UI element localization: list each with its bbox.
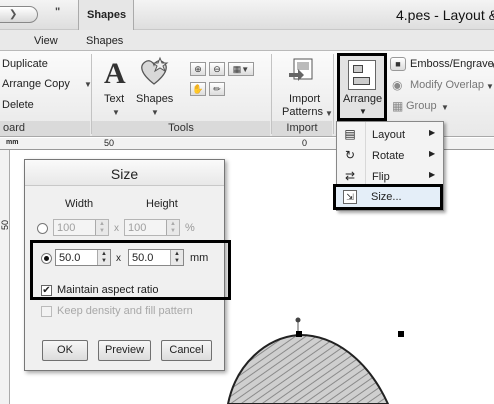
import-label[interactable]: Import (289, 93, 320, 105)
submenu-arrow-icon: ▶ (429, 149, 436, 158)
heart-shape-icon[interactable] (137, 56, 171, 86)
percent-unit-label: % (185, 222, 195, 234)
modify-overlap-button[interactable]: Modify Overlap (410, 79, 484, 91)
vertical-ruler-mark: 50 (0, 219, 11, 231)
resize-icon: ⇲ (343, 190, 357, 204)
text-dropdown-icon[interactable]: ▼ (112, 106, 120, 118)
modify-overlap-dropdown-icon[interactable]: ▼ (486, 80, 494, 92)
percent-width-stepper[interactable]: 100 ▲ ▼ (53, 219, 109, 236)
shapes-dropdown-icon[interactable]: ▼ (151, 106, 159, 118)
import-patterns-icon[interactable] (288, 57, 314, 83)
ruler-mark: 0 (302, 138, 308, 148)
arrange-button[interactable]: Arrange ▼ (337, 53, 387, 121)
quick-access-toolbar[interactable]: ❯ (0, 6, 38, 23)
group-icon: ▦ (392, 99, 404, 113)
ribbon-tabs: View Shapes (0, 30, 494, 51)
title-bar: ❯ " Shapes 4.pes - Layout & (0, 0, 494, 30)
height-header: Height (146, 198, 178, 210)
callout-highlight (30, 240, 231, 300)
import-group-label: Import (272, 121, 332, 136)
emboss-icon[interactable]: ■ (390, 57, 406, 71)
clipboard-group-label: oard (0, 121, 90, 136)
zoom-out-icon[interactable]: ⊖ (209, 62, 225, 76)
measure-tool-icon[interactable]: ✏ (209, 82, 225, 96)
zoom-fit-icon[interactable]: ▦▼ (228, 62, 254, 76)
import-dropdown-icon[interactable]: ▼ (325, 107, 333, 119)
undo-icon[interactable]: ❯ (9, 9, 17, 20)
context-tab-header: Shapes (78, 0, 134, 30)
width-header: Width (65, 198, 94, 210)
window-title: 4.pes - Layout & (396, 7, 494, 23)
selection-handle[interactable] (398, 331, 404, 337)
menu-item-size[interactable]: ⇲ Size... (333, 184, 443, 210)
embroidery-design[interactable] (200, 300, 430, 404)
cancel-button[interactable]: Cancel (161, 340, 212, 361)
ruler-mark: 50 (104, 138, 115, 148)
arrange-button-label: Arrange (343, 93, 383, 105)
vertical-ruler: 50 (0, 150, 10, 404)
dialog-title: Size (110, 166, 139, 182)
group-button[interactable]: Group (406, 100, 437, 112)
times-label: x (114, 223, 119, 234)
menu-item-rotate[interactable]: ↻ Rotate ▶ (337, 146, 443, 165)
text-button-label[interactable]: Text (104, 93, 124, 105)
arrange-copy-button[interactable]: Arrange Copy (2, 78, 70, 90)
group-separator (333, 54, 334, 134)
keep-density-checkbox[interactable] (41, 306, 52, 317)
group-dropdown-icon[interactable]: ▼ (441, 101, 449, 113)
emboss-dropdown-icon[interactable]: ▼ (490, 59, 494, 71)
keep-density-label: Keep density and fill pattern (57, 305, 193, 317)
arrange-icon (348, 60, 376, 90)
ruler-unit-label: mm (6, 139, 19, 146)
flip-icon: ⇄ (344, 169, 356, 183)
percent-radio[interactable] (37, 223, 48, 234)
ok-button[interactable]: OK (42, 340, 88, 361)
percent-height-stepper[interactable]: 100 ▲ ▼ (124, 219, 180, 236)
rotate-icon: ↻ (344, 148, 356, 162)
tools-group-label: Tools (92, 121, 270, 136)
modify-overlap-icon: ◉ (392, 78, 403, 92)
selection-handle[interactable] (296, 331, 302, 337)
tab-shapes[interactable]: Shapes (86, 35, 123, 47)
duplicate-button[interactable]: Duplicate (2, 58, 48, 70)
preview-button[interactable]: Preview (98, 340, 151, 361)
delete-button[interactable]: Delete (2, 99, 34, 111)
zoom-in-icon[interactable]: ⊕ (190, 62, 206, 76)
tab-view[interactable]: View (34, 35, 58, 47)
import-patterns-label[interactable]: Patterns (282, 106, 323, 118)
submenu-arrow-icon: ▶ (429, 170, 436, 179)
emboss-engrave-button[interactable]: Emboss/Engrave (410, 58, 494, 70)
arrange-dropdown-icon: ▼ (359, 107, 367, 116)
shapes-button-label[interactable]: Shapes (136, 93, 173, 105)
qat-customize-icon[interactable]: " (55, 6, 60, 18)
menu-item-layout[interactable]: ▤ Layout ▶ (337, 125, 443, 144)
pan-hand-icon[interactable]: ✋ (190, 82, 206, 96)
submenu-arrow-icon: ▶ (429, 128, 436, 137)
layout-icon: ▤ (344, 127, 356, 141)
text-icon[interactable]: A (104, 57, 126, 91)
